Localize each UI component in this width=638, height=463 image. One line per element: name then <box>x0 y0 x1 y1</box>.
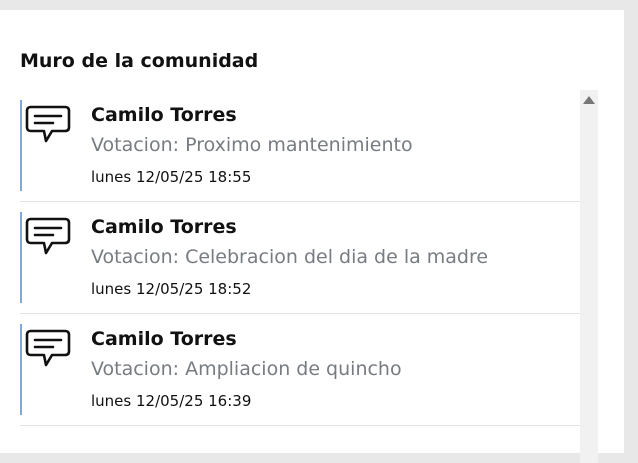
post-subject: Votacion: Ampliacion de quincho <box>91 358 402 380</box>
post-author: Camilo Torres <box>91 216 237 238</box>
message-icon <box>25 329 71 367</box>
post-author: Camilo Torres <box>91 104 237 126</box>
post-accent-bar <box>20 100 22 191</box>
community-wall-panel: Muro de la comunidad Camilo Torres Votac… <box>0 10 624 463</box>
post-item[interactable]: Camilo Torres Votacion: Ampliacion de qu… <box>20 314 580 426</box>
post-subject: Votacion: Proximo mantenimiento <box>91 134 413 156</box>
scroll-up-arrow-icon[interactable] <box>583 96 595 104</box>
post-accent-bar <box>20 324 22 415</box>
post-item[interactable]: Camilo Torres Votacion: Proximo mantenim… <box>20 90 580 202</box>
post-author: Camilo Torres <box>91 328 237 350</box>
message-icon <box>25 217 71 255</box>
post-list: Camilo Torres Votacion: Proximo mantenim… <box>20 90 580 426</box>
post-item[interactable]: Camilo Torres Votacion: Celebracion del … <box>20 202 580 314</box>
panel-title: Muro de la comunidad <box>20 50 259 72</box>
post-datetime: lunes 12/05/25 16:39 <box>91 392 252 410</box>
message-icon <box>25 105 71 143</box>
post-datetime: lunes 12/05/25 18:52 <box>91 280 252 298</box>
post-accent-bar <box>20 212 22 303</box>
post-subject: Votacion: Celebracion del dia de la madr… <box>91 246 489 268</box>
scrollbar[interactable] <box>580 90 598 463</box>
post-datetime: lunes 12/05/25 18:55 <box>91 168 252 186</box>
